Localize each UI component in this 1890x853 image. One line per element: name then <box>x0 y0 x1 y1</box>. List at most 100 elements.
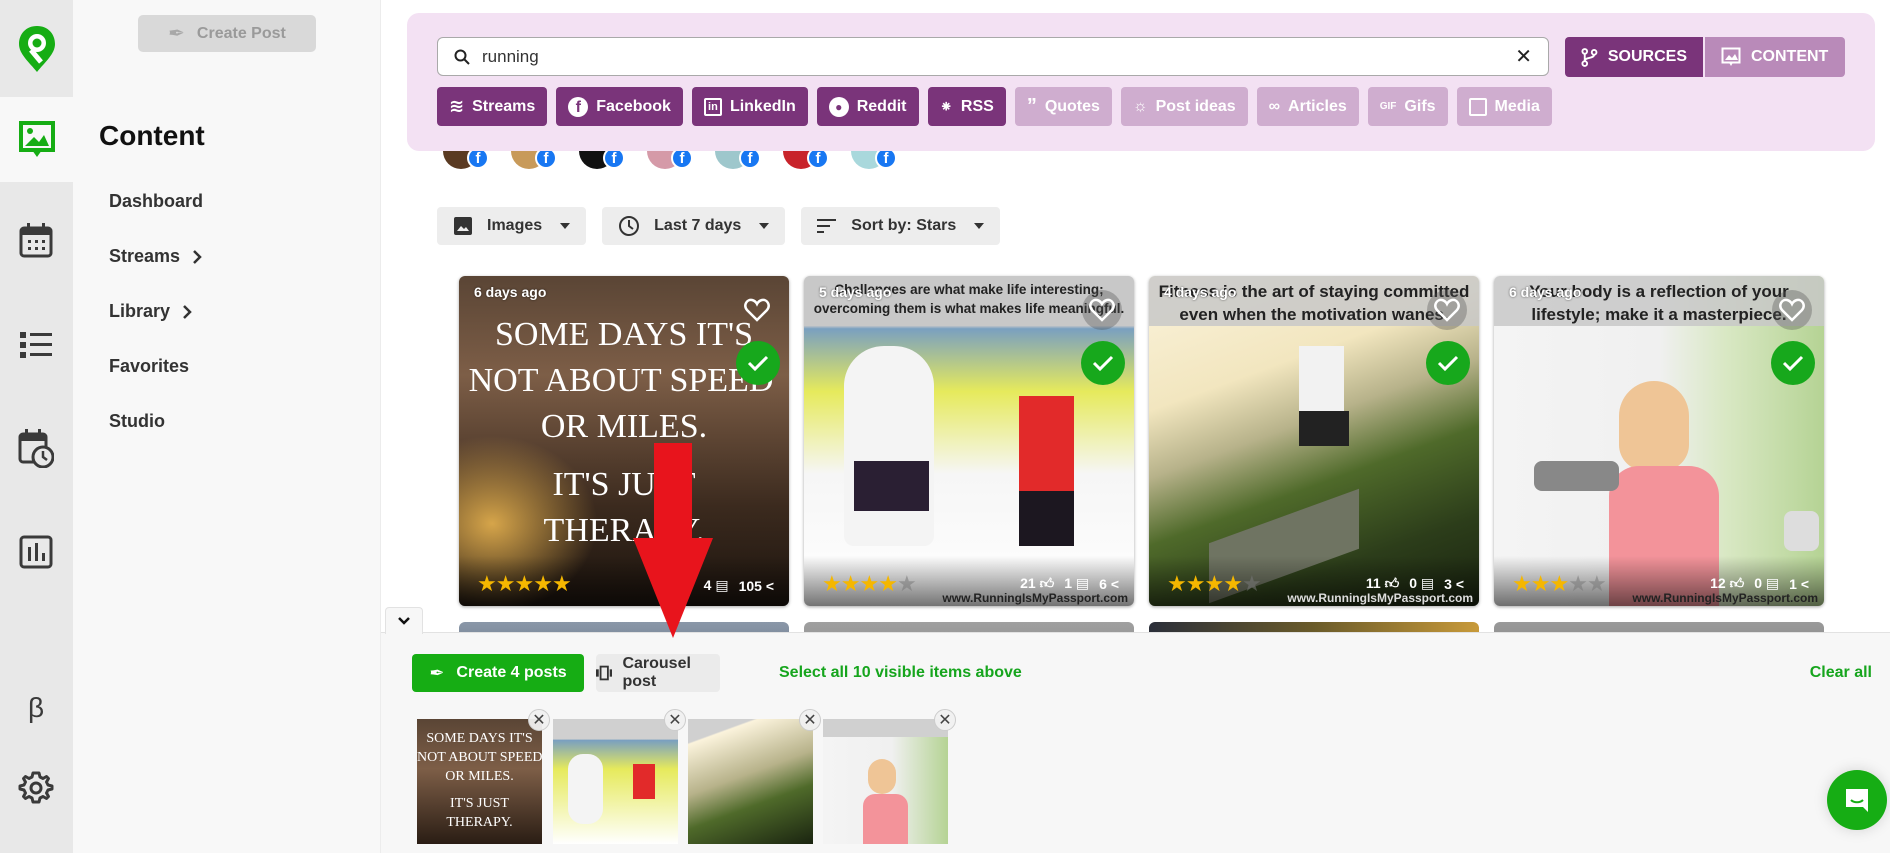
card-watermark: www.RunningIsMyPassport.com <box>1287 591 1473 605</box>
linkedin-icon: in <box>703 97 722 116</box>
selected-check-icon[interactable] <box>736 341 780 385</box>
sidebar-item-dashboard[interactable]: Dashboard <box>109 191 203 212</box>
card-stats: 4 ▤ 105 < <box>704 577 774 594</box>
favorite-heart-icon[interactable] <box>1772 290 1812 330</box>
star-rating: ★★★★★ <box>477 571 572 597</box>
chip-linkedin[interactable]: in LinkedIn <box>691 87 808 126</box>
rail-item-analytics[interactable] <box>16 532 56 572</box>
rail-item-schedule[interactable] <box>16 428 56 468</box>
like-count: 12 <box>1710 575 1726 591</box>
chip-label: Articles <box>1288 97 1347 115</box>
chevron-down-icon <box>398 617 410 625</box>
rail-item-settings[interactable] <box>16 768 56 808</box>
content-card[interactable]: Fitness is the art of staying committed … <box>1149 276 1479 606</box>
chat-support-button[interactable] <box>1827 770 1887 830</box>
star-filled-icon: ★ <box>1512 571 1532 596</box>
chip-streams[interactable]: ≋ Streams <box>437 87 548 126</box>
star-filled-icon: ★ <box>1204 571 1224 596</box>
sort-label: Sort by: Stars <box>851 217 957 234</box>
sidebar-item-studio[interactable]: Studio <box>109 411 165 432</box>
chip-rss[interactable]: ⁕ RSS <box>927 87 1006 126</box>
chip-post-ideas[interactable]: ☼ Post ideas <box>1120 87 1248 126</box>
star-filled-icon: ★ <box>533 571 553 596</box>
sidebar-item-streams[interactable]: Streams <box>109 246 202 267</box>
star-rating: ★★★★★ <box>822 571 917 597</box>
chip-facebook[interactable]: f Facebook <box>556 87 683 126</box>
remove-thumbnail-icon[interactable]: ✕ <box>934 709 956 731</box>
rail-item-list[interactable] <box>16 325 56 365</box>
selected-check-icon[interactable] <box>1771 341 1815 385</box>
content-card[interactable]: SOME DAYS IT'S NOT ABOUT SPEED OR MILES. IT… <box>459 276 789 606</box>
search-input[interactable] <box>482 46 1516 67</box>
favorite-heart-icon[interactable] <box>737 290 777 330</box>
chip-reddit[interactable]: ● Reddit <box>816 87 919 126</box>
thumbs-up-icon: 👍︎ <box>1039 575 1055 591</box>
remove-thumbnail-icon[interactable]: ✕ <box>664 709 686 731</box>
selected-check-icon[interactable] <box>1426 341 1470 385</box>
chat-bubble-icon <box>1846 789 1868 812</box>
source-chips: ≋ Streams f Facebook in LinkedIn ● Reddit ⁕ R… <box>437 87 1552 126</box>
carousel-label: Carousel post <box>622 655 691 690</box>
chip-quotes[interactable]: ” Quotes <box>1014 87 1112 126</box>
star-empty-icon: ★ <box>1586 571 1607 596</box>
chip-label: LinkedIn <box>729 97 796 115</box>
thumbnail-image: SOME DAYS IT'S NOT ABOUT SPEED OR MILES. IT… <box>417 719 542 844</box>
create-posts-button[interactable]: ✒ Create 4 posts <box>412 654 584 692</box>
carousel-post-button[interactable]: Carousel post <box>596 654 720 692</box>
star-empty-icon: ★ <box>1241 571 1262 596</box>
remove-thumbnail-icon[interactable]: ✕ <box>528 709 550 731</box>
select-all-link[interactable]: Select all 10 visible items above <box>779 664 1022 682</box>
content-card[interactable]: Challenges are what make life interestin… <box>804 276 1134 606</box>
favorite-heart-icon[interactable] <box>1427 290 1467 330</box>
comment-count: 0 <box>1754 575 1762 591</box>
chip-gifs[interactable]: GIF Gifs <box>1367 87 1448 126</box>
star-rating: ★★★★★ <box>1167 571 1262 597</box>
left-rail: β <box>0 0 73 853</box>
beta-icon[interactable]: β <box>16 688 56 728</box>
bar-chart-icon <box>19 535 53 569</box>
sources-toggle-button[interactable]: SOURCES <box>1565 37 1703 77</box>
share-count: 1 <box>1789 575 1797 592</box>
clear-all-link[interactable]: Clear all <box>1810 664 1872 682</box>
thumbnail-image <box>823 719 948 844</box>
location-pin-logo-icon <box>18 25 55 72</box>
content-card[interactable]: Your body is a reflection of your lifest… <box>1494 276 1824 606</box>
create-post-button[interactable]: ✒ Create Post <box>138 15 316 52</box>
star-filled-icon: ★ <box>840 571 861 596</box>
card-stats: 11 👍︎ 0 ▤ 3 < <box>1366 575 1464 592</box>
comment-icon: ▤ <box>1765 575 1780 591</box>
favorite-heart-icon[interactable] <box>1082 290 1122 330</box>
selected-thumbnail: ✕ <box>688 709 821 844</box>
date-filter-dropdown[interactable]: Last 7 days <box>602 207 786 245</box>
sidebar-item-library[interactable]: Library <box>109 301 192 322</box>
collapse-toggle[interactable] <box>385 607 423 634</box>
search-panel: ✕ SOURCES CONTENT ≋ Streams f Facebook in L… <box>407 13 1875 151</box>
card-stats: 12 👍︎ 0 ▤ 1 < <box>1710 575 1809 592</box>
selected-check-icon[interactable] <box>1081 341 1125 385</box>
rail-item-calendar[interactable] <box>16 220 56 260</box>
chip-media[interactable]: Media <box>1456 87 1552 126</box>
clear-search-icon[interactable]: ✕ <box>1515 44 1532 69</box>
comment-icon: ▤ <box>715 577 729 593</box>
card-watermark: www.RunningIsMyPassport.com <box>1632 591 1818 605</box>
content-label: CONTENT <box>1751 48 1829 65</box>
sidebar-item-favorites[interactable]: Favorites <box>109 356 189 377</box>
gif-icon: GIF <box>1379 101 1397 112</box>
sidebar-item-label: Library <box>109 301 171 321</box>
sort-dropdown[interactable]: Sort by: Stars <box>801 207 1001 245</box>
chip-articles[interactable]: ∞ Articles <box>1256 87 1359 126</box>
rail-item-content[interactable] <box>0 97 73 182</box>
chip-label: Media <box>1494 97 1540 115</box>
type-filter-dropdown[interactable]: Images <box>437 207 587 245</box>
streams-icon: ≋ <box>449 96 465 116</box>
remove-thumbnail-icon[interactable]: ✕ <box>799 709 821 731</box>
calendar-clock-icon <box>18 429 54 468</box>
star-filled-icon: ★ <box>822 571 842 596</box>
search-box[interactable]: ✕ <box>437 37 1549 76</box>
star-filled-icon: ★ <box>514 571 534 596</box>
content-image-icon <box>18 120 55 157</box>
content-image-icon <box>1721 47 1741 66</box>
content-toggle-button[interactable]: CONTENT <box>1705 37 1845 77</box>
logo[interactable] <box>0 0 73 97</box>
thumbnail-image <box>553 719 678 844</box>
